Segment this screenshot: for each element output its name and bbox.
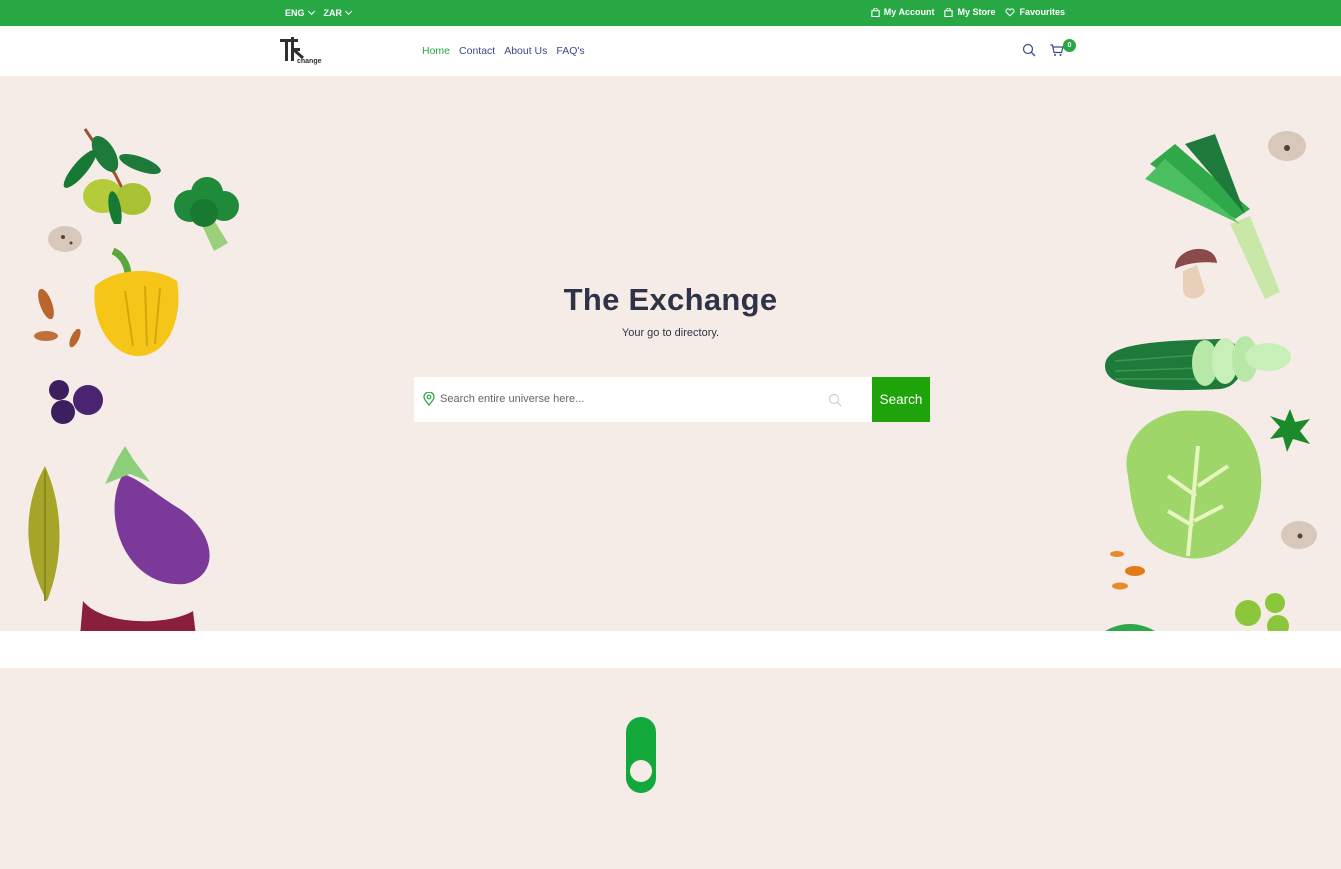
cart-count-badge: 0 <box>1063 39 1076 52</box>
magnifier-icon <box>828 393 842 412</box>
lower-section <box>0 668 1341 869</box>
white-band <box>0 631 1341 668</box>
peas-illustration <box>1235 593 1289 631</box>
bag-icon <box>871 7 880 17</box>
primary-nav: Home Contact About Us FAQ's <box>422 45 585 57</box>
mushroom-illustration <box>1268 131 1306 161</box>
search-icon[interactable] <box>1022 43 1036 62</box>
language-selector[interactable]: ENG <box>285 7 315 18</box>
my-store-link[interactable]: My Store <box>944 7 995 17</box>
locale-selectors: ENG ZAR <box>285 7 353 18</box>
currency-selector[interactable]: ZAR <box>323 7 353 18</box>
nav-faq[interactable]: FAQ's <box>556 45 584 57</box>
eggplant-illustration <box>105 446 210 585</box>
my-store-label: My Store <box>957 7 996 17</box>
onion-illustration <box>80 601 196 631</box>
my-account-link[interactable]: My Account <box>871 7 935 17</box>
cart-icon[interactable] <box>1050 44 1064 62</box>
bag-icon <box>944 7 954 17</box>
my-account-label: My Account <box>883 7 935 17</box>
lettuce-illustration <box>1126 410 1262 559</box>
heart-icon <box>1005 7 1016 17</box>
leaf-illustration <box>1105 624 1155 631</box>
account-links: My Account My Store Favourites <box>871 7 1065 17</box>
loading-toggle <box>626 717 656 793</box>
nav-about-us[interactable]: About Us <box>504 45 547 57</box>
blueberries-illustration <box>49 380 103 424</box>
top-bar: ENG ZAR My Account My Store Favourites <box>0 0 1341 26</box>
hero-title: The Exchange <box>563 282 778 317</box>
hero-search-button[interactable]: Search <box>872 377 930 422</box>
main-navbar: change Home Contact About Us FAQ's 0 <box>0 26 1341 76</box>
favourites-link[interactable]: Favourites <box>1005 7 1065 17</box>
parsley-illustration <box>1270 409 1310 452</box>
chevron-down-icon <box>307 7 315 16</box>
language-label: ENG <box>285 8 305 18</box>
hero-search-box <box>414 377 872 422</box>
olive-branch-illustration <box>63 128 161 224</box>
logo-text: change <box>297 58 322 65</box>
broccoli-illustration <box>174 177 239 251</box>
hero-search-input[interactable] <box>440 389 830 409</box>
mushroom-illustration <box>48 226 82 252</box>
hero-subtitle: Your go to directory. <box>621 327 720 339</box>
arugula-illustration <box>28 466 60 601</box>
hero-section: The Exchange Your go to directory. Searc… <box>0 76 1341 631</box>
chevron-down-icon <box>344 7 353 16</box>
cucumber-illustration <box>1105 336 1291 391</box>
favourites-label: Favourites <box>1019 7 1065 17</box>
mushroom-illustration <box>1281 521 1317 549</box>
site-logo[interactable]: change <box>279 36 327 66</box>
logo-mark: change <box>280 37 322 65</box>
location-pin-icon <box>423 391 435 411</box>
nav-home[interactable]: Home <box>422 45 450 57</box>
lentils-illustration <box>1110 551 1145 590</box>
currency-label: ZAR <box>323 8 343 18</box>
loading-dot <box>630 760 652 782</box>
nav-contact[interactable]: Contact <box>459 45 495 57</box>
